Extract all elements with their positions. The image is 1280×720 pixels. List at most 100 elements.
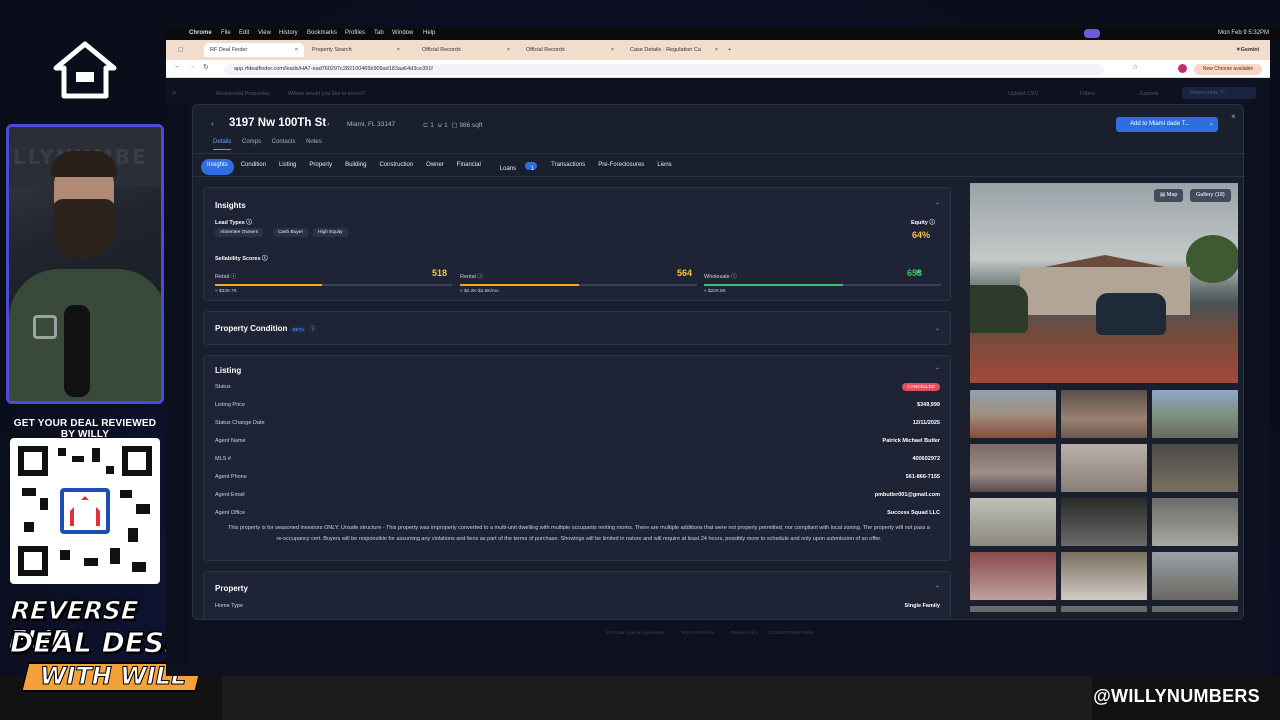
close-icon[interactable]: × [611,47,614,53]
back-icon[interactable]: ← [174,63,181,70]
menu-app[interactable]: Chrome [189,30,212,36]
gallery-thumbnail[interactable] [1152,390,1238,438]
tab-official-records-2[interactable]: Official Records × [520,43,620,57]
condition-card[interactable]: Property Condition BETA ⓘ ⌄ [203,311,951,345]
nav-owner[interactable]: Owner [420,159,450,175]
nav-liens[interactable]: Liens [651,159,677,175]
property-address: 3197 Nw 100Th St [229,117,327,129]
footer-terms-link[interactable]: Terms of Service [681,630,715,635]
close-icon[interactable]: × [715,47,718,53]
invest-search-input[interactable]: Where would you like to invest? [288,91,365,97]
tab-rf-deal-finder[interactable]: RF Deal Finder × [204,43,304,57]
gallery-thumbnail[interactable] [970,606,1056,612]
sellability-label: Sellability Scores ⓘ [215,256,268,262]
nav-property[interactable]: Property [303,159,338,175]
bookmark-star-icon[interactable]: ☆ [1132,63,1138,71]
gallery-thumbnail[interactable] [1061,552,1147,600]
nav-transactions[interactable]: Transactions [545,159,591,175]
new-chrome-button[interactable]: New Chrome available [1194,64,1262,75]
listing-card: Listing ⌃ Status CANCELLED Listing Price $3… [203,355,951,561]
menu-profiles[interactable]: Profiles [345,30,365,36]
chevron-up-icon[interactable]: ⌃ [935,202,940,209]
nav-financial[interactable]: Financial [451,159,487,175]
help-icon: ⓘ [729,274,737,280]
chevron-down-icon[interactable]: ⌄ [1209,117,1214,132]
url-field[interactable]: app.rfdealfinder.com/leads/HA7-ead760297… [224,64,1104,75]
beta-badge: BETA [289,326,308,333]
gallery-thumbnail[interactable] [1152,444,1238,492]
gallery-thumbnail[interactable] [1061,606,1147,612]
menu-help[interactable]: Help [423,30,435,36]
gallery-thumbnail[interactable] [1061,498,1147,546]
breadcrumb[interactable]: Residential Properties [216,91,270,97]
tab-notes[interactable]: Notes [306,139,322,145]
gallery-thumbnail[interactable] [1061,444,1147,492]
nav-loans[interactable]: Loans 1 [488,159,544,175]
forward-icon[interactable]: → [188,63,195,70]
bottom-bar-center [222,676,1092,720]
gallery-thumbnail[interactable] [1061,390,1147,438]
nav-pre-foreclosures[interactable]: Pre-Foreclosures [592,159,650,175]
gallery-thumbnail[interactable] [970,498,1056,546]
gallery-thumbnail[interactable] [970,552,1056,600]
chevron-up-icon[interactable]: ⌃ [935,367,940,374]
filters-button[interactable]: Filters [1080,91,1095,97]
list-selector[interactable]: Miami dade Tr... [1182,87,1256,99]
chevron-up-icon[interactable]: ⌃ [935,585,940,592]
nav-condition[interactable]: Condition [235,159,272,175]
tab-details[interactable]: Details [213,139,232,150]
next-icon[interactable]: › [327,119,330,128]
insights-card: Insights ⌃ Lead Types ⓘ Absentee Owners … [203,187,951,301]
listing-row-value[interactable]: pmbutler001@gmail.com [875,492,940,498]
tab-property-search[interactable]: Property Search × [306,43,406,57]
property-main-photo[interactable]: ▤ Map Gallery (18) [970,183,1238,383]
equity-value: 64% [912,230,931,240]
exports-button[interactable]: Exports [1140,91,1159,97]
tab-comps[interactable]: Comps [242,139,261,145]
tab-group-icon[interactable]: ▢ [172,43,192,57]
score-label: Wholesale ⓘ [704,274,737,280]
gallery-thumbnail[interactable] [1152,606,1238,612]
property-title: Property [215,584,248,593]
gallery-button[interactable]: Gallery (18) [1190,189,1231,202]
footer-eula-link[interactable]: End User License Agreement [606,630,665,635]
search-icon[interactable]: ⌕ [172,88,176,98]
close-icon[interactable]: × [1231,112,1236,121]
gallery-thumbnail[interactable] [1152,552,1238,600]
gallery-thumbnail[interactable] [970,390,1056,438]
nav-listing[interactable]: Listing [273,159,302,175]
tab-case-details[interactable]: Case Details - Regulation Ca × [624,43,724,57]
tab-official-records-1[interactable]: Official Records × [416,43,516,57]
close-icon[interactable]: × [295,47,298,53]
nav-insights[interactable]: Insights [201,159,234,175]
footer-privacy-link[interactable]: Privacy Policy [731,630,759,635]
close-icon[interactable]: × [507,47,510,53]
recording-icon[interactable] [1084,29,1100,38]
add-to-list-button[interactable]: Add to Miami dade T... ⌄ [1116,117,1218,132]
help-icon: ⓘ [246,220,252,226]
menu-file[interactable]: File [221,30,231,36]
help-icon: ⓘ [929,220,935,226]
tab-contacts[interactable]: Contacts [272,139,296,145]
gemini-button[interactable]: ✦ Gemini [1230,43,1270,57]
upload-csv-button[interactable]: Upload CSV [1008,91,1038,97]
nav-construction[interactable]: Construction [373,159,419,175]
chevron-down-icon[interactable]: ⌄ [935,325,940,332]
menu-window[interactable]: Window [392,30,413,36]
gallery-thumbnail[interactable] [970,444,1056,492]
map-button[interactable]: ▤ Map [1154,189,1184,202]
menu-edit[interactable]: Edit [239,30,249,36]
menu-view[interactable]: View [258,30,271,36]
new-tab-plus-icon[interactable]: + [722,43,736,57]
score-value: 518 [432,268,448,278]
nav-building[interactable]: Building [339,159,372,175]
score-label: Rental ⓘ [460,274,483,280]
reload-icon[interactable]: ↻ [203,63,209,71]
close-icon[interactable]: × [397,47,400,53]
gallery-thumbnail[interactable] [1152,498,1238,546]
profile-avatar[interactable] [1178,64,1187,73]
menu-history[interactable]: History [279,30,298,36]
menu-tab[interactable]: Tab [374,30,384,36]
prev-icon[interactable]: ‹ [211,119,214,128]
menu-bookmarks[interactable]: Bookmarks [307,30,337,36]
